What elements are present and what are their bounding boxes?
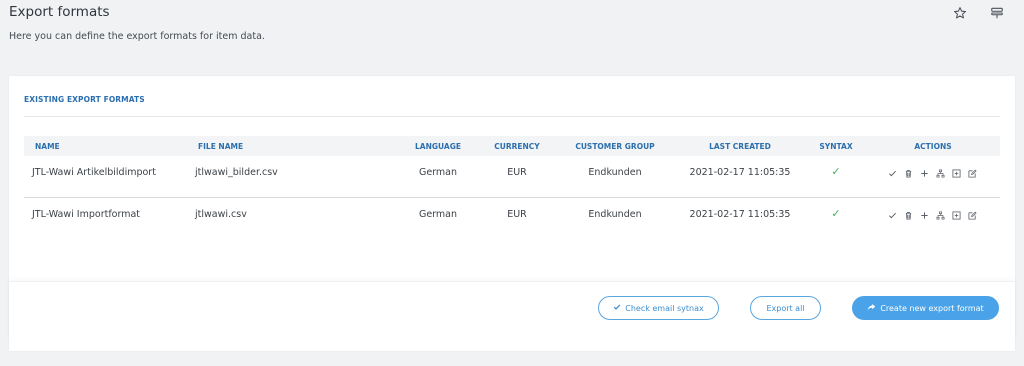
create-new-export-format-label: Create new export format bbox=[880, 303, 984, 313]
trash-icon[interactable] bbox=[903, 168, 913, 178]
add-box-icon[interactable] bbox=[951, 168, 961, 178]
export-all-button[interactable]: Export all bbox=[750, 296, 821, 320]
card-footer: Check email sytnax Export all Create new… bbox=[9, 281, 1015, 341]
cell-language: German bbox=[418, 209, 458, 220]
export-formats-card: EXISTING EXPORT FORMATS NAME FILE NAME L… bbox=[9, 76, 1015, 351]
share-arrow-icon bbox=[867, 303, 876, 313]
check-email-syntax-button[interactable]: Check email sytnax bbox=[598, 296, 719, 320]
column-header-syntax: SYNTAX bbox=[819, 142, 853, 151]
sitemap-icon[interactable] bbox=[935, 210, 945, 220]
check-icon bbox=[613, 303, 621, 313]
column-header-name[interactable]: NAME bbox=[35, 142, 60, 151]
syntax-ok-icon: ✓ bbox=[831, 165, 841, 178]
column-header-customer-group[interactable]: CUSTOMER GROUP bbox=[575, 142, 654, 151]
column-header-language[interactable]: LANGUAGE bbox=[415, 142, 461, 151]
cell-file-name: jtlwawi.csv bbox=[195, 209, 247, 220]
table-header: NAME FILE NAME LANGUAGE CURRENCY CUSTOME… bbox=[24, 136, 1000, 156]
add-box-icon[interactable] bbox=[951, 210, 961, 220]
trash-icon[interactable] bbox=[903, 210, 913, 220]
divider bbox=[24, 116, 1000, 117]
check-icon[interactable] bbox=[887, 210, 897, 220]
cell-last-created: 2021-02-17 11:05:35 bbox=[689, 167, 791, 178]
layout-icon[interactable] bbox=[989, 5, 1005, 21]
sitemap-icon[interactable] bbox=[935, 168, 945, 178]
table-row: JTL-Wawi Importformat jtlwawi.csv German… bbox=[24, 198, 1000, 240]
cell-customer-group: Endkunden bbox=[588, 167, 642, 178]
check-email-syntax-label: Check email sytnax bbox=[625, 303, 704, 313]
export-formats-table: NAME FILE NAME LANGUAGE CURRENCY CUSTOME… bbox=[24, 136, 1000, 240]
edit-icon[interactable] bbox=[967, 210, 977, 220]
column-header-file-name[interactable]: FILE NAME bbox=[198, 142, 243, 151]
star-icon[interactable] bbox=[952, 5, 968, 21]
cell-last-created: 2021-02-17 11:05:35 bbox=[689, 209, 791, 220]
row-actions bbox=[887, 168, 977, 178]
column-header-actions: ACTIONS bbox=[914, 142, 952, 151]
page-title: Export formats bbox=[9, 4, 110, 20]
row-actions bbox=[887, 210, 977, 220]
cell-file-name: jtlwawi_bilder.csv bbox=[195, 167, 278, 178]
export-all-label: Export all bbox=[766, 303, 805, 313]
edit-icon[interactable] bbox=[967, 168, 977, 178]
table-row: JTL-Wawi Artikelbildimport jtlwawi_bilde… bbox=[24, 156, 1000, 198]
create-new-export-format-button[interactable]: Create new export format bbox=[852, 296, 999, 320]
cell-currency: EUR bbox=[507, 167, 527, 178]
cell-customer-group: Endkunden bbox=[588, 209, 642, 220]
cell-name: JTL-Wawi Importformat bbox=[32, 209, 141, 220]
cell-language: German bbox=[418, 167, 458, 178]
syntax-ok-icon: ✓ bbox=[831, 207, 841, 220]
plus-icon[interactable] bbox=[919, 168, 929, 178]
card-header: EXISTING EXPORT FORMATS bbox=[24, 95, 145, 104]
cell-name: JTL-Wawi Artikelbildimport bbox=[32, 167, 156, 178]
check-icon[interactable] bbox=[887, 168, 897, 178]
column-header-last-created[interactable]: LAST CREATED bbox=[709, 142, 771, 151]
plus-icon[interactable] bbox=[919, 210, 929, 220]
cell-currency: EUR bbox=[507, 209, 527, 220]
page-subtitle: Here you can define the export formats f… bbox=[9, 31, 265, 42]
column-header-currency[interactable]: CURRENCY bbox=[494, 142, 539, 151]
